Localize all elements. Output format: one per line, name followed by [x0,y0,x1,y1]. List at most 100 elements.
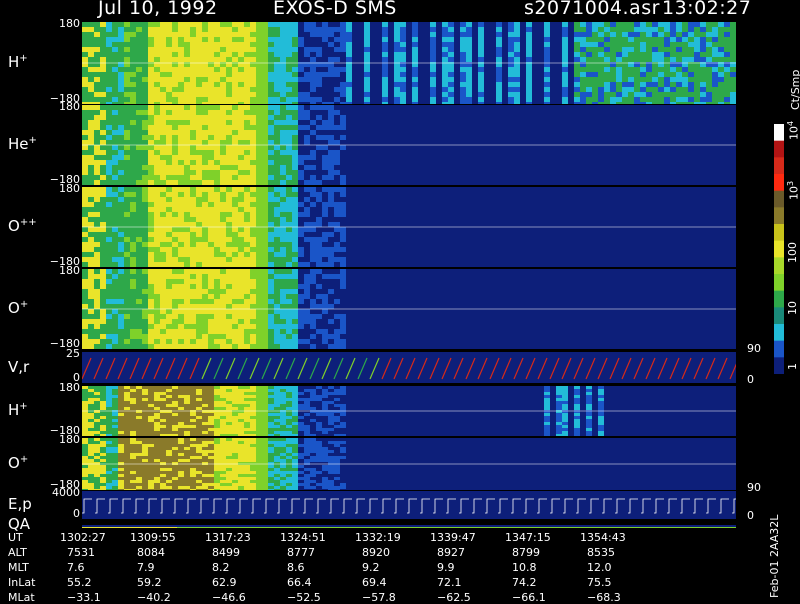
heatmap-cell [556,102,562,104]
heatmap-cell [508,175,514,180]
heatmap-cell [82,155,88,160]
heatmap-cell [310,247,316,252]
heatmap-cell [172,120,178,125]
heatmap-cell [154,187,160,192]
heatmap-cell [112,227,118,232]
heatmap-cell [466,252,472,257]
heatmap-cell [148,72,154,77]
heatmap-cell [112,187,118,192]
heatmap-cell [544,217,550,222]
heatmap-cell [376,110,382,115]
heatmap-cell [364,257,370,262]
heatmap-cell [694,32,700,37]
heatmap-cell [700,22,706,27]
heatmap-cell [604,37,610,42]
heatmap-cell [730,115,736,120]
heatmap-cell [730,27,736,32]
heatmap-cell [106,212,112,217]
heatmap-cell [706,52,712,57]
heatmap-cell [100,57,106,62]
heatmap-cell [610,150,616,155]
heatmap-cell [376,155,382,160]
heatmap-cell [394,227,400,232]
heatmap-cell [88,207,94,212]
heatmap-cell [244,232,250,237]
heatmap-cell [160,120,166,125]
heatmap-cell [166,212,172,217]
heatmap-cell [574,57,580,62]
heatmap-cell [340,207,346,212]
heatmap-cell [460,207,466,212]
heatmap-cell [628,170,634,175]
heatmap-cell [106,42,112,47]
heatmap-cell [160,102,166,104]
heatmap-cell [256,105,262,110]
heatmap-cell [394,82,400,87]
heatmap-cell [550,27,556,32]
heatmap-cell [436,82,442,87]
heatmap-cell [304,247,310,252]
heatmap-cell [394,135,400,140]
heatmap-cell [238,105,244,110]
heatmap-cell [442,37,448,42]
heatmap-cell [262,180,268,185]
heatmap-cell [658,140,664,145]
heatmap-cell [604,82,610,87]
heatmap-cell [394,202,400,207]
heatmap-cell [382,32,388,37]
heatmap-cell [292,202,298,207]
heatmap-cell [214,197,220,202]
heatmap-cell [658,67,664,72]
heatmap-cell [634,42,640,47]
heatmap-cell [316,202,322,207]
heatmap-cell [94,135,100,140]
heatmap-cell [166,197,172,202]
heatmap-cell [178,202,184,207]
heatmap-cell [406,192,412,197]
heatmap-cell [544,145,550,150]
heatmap-cell [160,105,166,110]
heatmap-cell [700,155,706,160]
heatmap-cell [448,87,454,92]
heatmap-cell [718,42,724,47]
heatmap-cell [526,232,532,237]
heatmap-cell [130,32,136,37]
heatmap-cell [592,217,598,222]
heatmap-cell [268,115,274,120]
heatmap-cell [154,97,160,102]
heatmap-cell [286,165,292,170]
heatmap-cell [538,160,544,165]
heatmap-cell [268,37,274,42]
heatmap-cell [730,165,736,170]
heatmap-cell [100,27,106,32]
heatmap-cell [640,57,646,62]
heatmap-cell [202,57,208,62]
heatmap-cell [520,32,526,37]
heatmap-cell [580,227,586,232]
heatmap-cell [310,237,316,242]
heatmap-cell [208,257,214,262]
heatmap-cell [118,145,124,150]
heatmap-cell [508,227,514,232]
heatmap-cell [202,82,208,87]
heatmap-cell [514,237,520,242]
heatmap-cell [376,87,382,92]
heatmap-cell [406,197,412,202]
heatmap-cell [250,222,256,227]
heatmap-cell [502,180,508,185]
heatmap-cell [280,120,286,125]
heatmap-cell [376,140,382,145]
heatmap-cell [448,262,454,267]
heatmap-cell [388,140,394,145]
heatmap-cell [382,212,388,217]
heatmap-cell [658,180,664,185]
heatmap-cell [508,67,514,72]
heatmap-cell [208,227,214,232]
heatmap-cell [676,77,682,82]
heatmap-cell [88,217,94,222]
heatmap-cell [556,97,562,102]
heatmap-cell [238,115,244,120]
heatmap-cell [424,32,430,37]
heatmap-cell [580,257,586,262]
heatmap-cell [88,222,94,227]
